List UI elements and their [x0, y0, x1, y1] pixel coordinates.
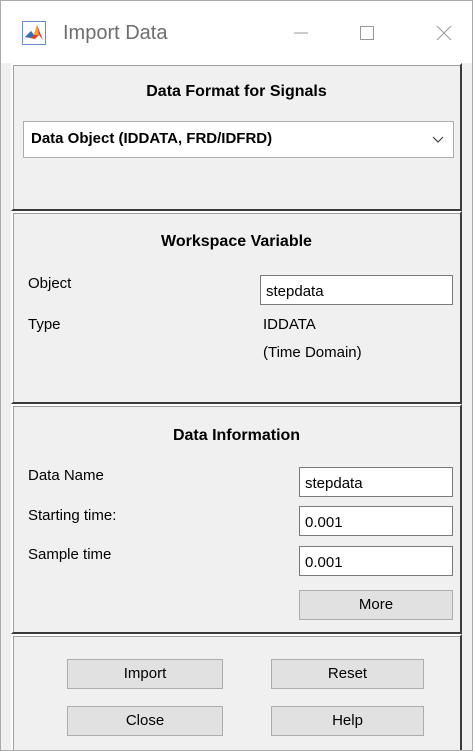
title-bar[interactable]: Import Data: [1, 1, 472, 63]
type-value-line2: (Time Domain): [263, 344, 362, 361]
data-format-dropdown[interactable]: Data Object (IDDATA, FRD/IDFRD): [23, 121, 454, 158]
sample-time-label: Sample time: [28, 546, 112, 563]
minimize-button[interactable]: [278, 11, 324, 55]
data-information-heading: Data Information: [172, 427, 301, 444]
maximize-icon: [360, 26, 374, 40]
reset-button[interactable]: Reset: [271, 659, 424, 689]
data-name-label: Data Name: [28, 467, 104, 484]
import-button[interactable]: Import: [67, 659, 223, 689]
close-button[interactable]: Close: [67, 706, 223, 736]
minimize-icon: [294, 32, 308, 34]
help-button[interactable]: Help: [271, 706, 424, 736]
type-value-line1: IDDATA: [263, 316, 316, 333]
data-format-selected-value: Data Object (IDDATA, FRD/IDFRD): [31, 130, 273, 147]
close-window-button[interactable]: [421, 11, 467, 55]
data-name-field[interactable]: stepdata: [299, 467, 453, 497]
data-format-heading: Data Format for Signals: [146, 83, 327, 100]
import-data-window: Import Data Data Format for Signals Data…: [0, 0, 473, 751]
more-button[interactable]: More: [299, 590, 453, 620]
close-icon: [436, 25, 452, 41]
starting-time-label: Starting time:: [28, 507, 117, 524]
workspace-variable-heading: Workspace Variable: [161, 233, 312, 250]
starting-time-field[interactable]: 0.001: [299, 506, 453, 536]
type-label: Type: [28, 316, 61, 333]
window-title: Import Data: [63, 22, 168, 44]
chevron-down-icon: [423, 122, 453, 157]
matlab-icon: [22, 21, 46, 45]
sample-time-field[interactable]: 0.001: [299, 546, 453, 576]
object-field[interactable]: stepdata: [260, 275, 453, 305]
object-label: Object: [28, 275, 72, 292]
maximize-button[interactable]: [344, 11, 390, 55]
